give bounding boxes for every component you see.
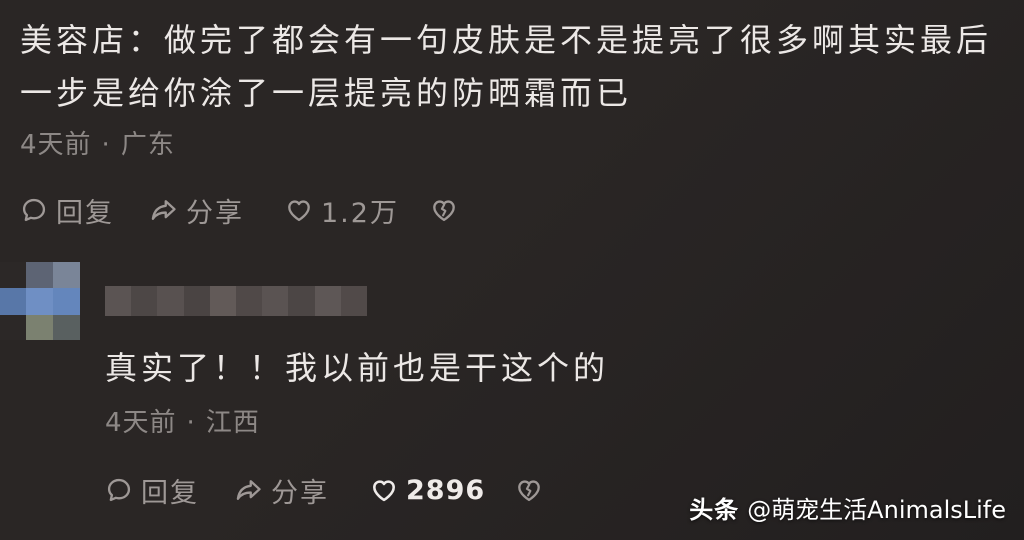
heart-icon — [285, 196, 313, 224]
avatar-blur-cell — [53, 262, 80, 288]
share-arrow-icon — [235, 476, 263, 504]
username-blur-cell — [288, 286, 315, 316]
comment-bubble-icon — [105, 476, 133, 504]
share-label: 分享 — [186, 197, 244, 229]
meta-separator: · — [101, 130, 111, 160]
watermark-account: @萌宠生活AnimalsLife — [747, 496, 1006, 524]
broken-heart-icon — [515, 476, 543, 504]
username-blur-cell — [131, 286, 158, 316]
reply-share-button[interactable]: 分享 — [235, 470, 329, 510]
watermark: 头条 @萌宠生活AnimalsLife — [689, 494, 1006, 526]
avatar-blur-cell — [53, 315, 80, 340]
username-blur-cell — [340, 286, 368, 316]
avatar-blur-cell — [0, 315, 26, 340]
avatar-blur-cell — [53, 288, 80, 315]
avatar-blur-cell — [26, 262, 53, 288]
username-blurred[interactable] — [105, 286, 368, 316]
reply-label: 回复 — [56, 197, 114, 229]
comment-bubble-icon — [20, 196, 48, 224]
reply-time: 4天前 — [105, 408, 177, 438]
username-blur-cell — [105, 286, 132, 316]
username-blur-cell — [157, 286, 184, 316]
avatar-blur-cell — [0, 288, 26, 315]
comment-text: 美容店：做完了都会有一句皮肤是不是提亮了很多啊其实最后一步是给你涂了一层提亮的防… — [20, 21, 993, 112]
watermark-platform: 头条 — [689, 496, 740, 524]
username-blur-cell — [236, 286, 263, 316]
avatar-blur-cell — [26, 315, 53, 340]
like-count: 2896 — [406, 474, 486, 506]
comment-time: 4天前 — [20, 130, 92, 160]
meta-separator: · — [186, 408, 196, 438]
reply-location: 江西 — [205, 408, 260, 438]
comment-share-button[interactable]: 分享 — [150, 190, 244, 230]
avatar-blur-cell — [0, 262, 26, 288]
comment-reply-button[interactable]: 回复 — [20, 190, 114, 230]
comment-meta: 4天前 · 广东 — [20, 128, 175, 162]
like-count: 1.2万 — [321, 197, 399, 229]
comment-location: 广东 — [120, 130, 175, 160]
username-blur-cell — [314, 286, 341, 316]
heart-icon — [370, 476, 398, 504]
share-arrow-icon — [150, 196, 178, 224]
comment-thread-screen: 美容店：做完了都会有一句皮肤是不是提亮了很多啊其实最后一步是给你涂了一层提亮的防… — [0, 0, 1024, 540]
reply-meta: 4天前 · 江西 — [105, 406, 260, 440]
share-label: 分享 — [271, 477, 329, 509]
username-blur-cell — [209, 286, 237, 316]
reply-label: 回复 — [141, 477, 199, 509]
reply-text: 真实了！！我以前也是干这个的 — [105, 349, 610, 387]
reply-reply-button[interactable]: 回复 — [105, 470, 199, 510]
reply-dislike-button[interactable] — [515, 470, 543, 510]
reply-like-button[interactable]: 2896 — [370, 470, 485, 510]
avatar-blur-cell — [26, 288, 53, 315]
username-blur-cell — [183, 286, 210, 316]
username-blur-cell — [262, 286, 289, 316]
comment-dislike-button[interactable] — [430, 190, 458, 230]
comment-like-button[interactable]: 1.2万 — [285, 190, 399, 230]
broken-heart-icon — [430, 196, 458, 224]
avatar[interactable] — [0, 262, 80, 340]
